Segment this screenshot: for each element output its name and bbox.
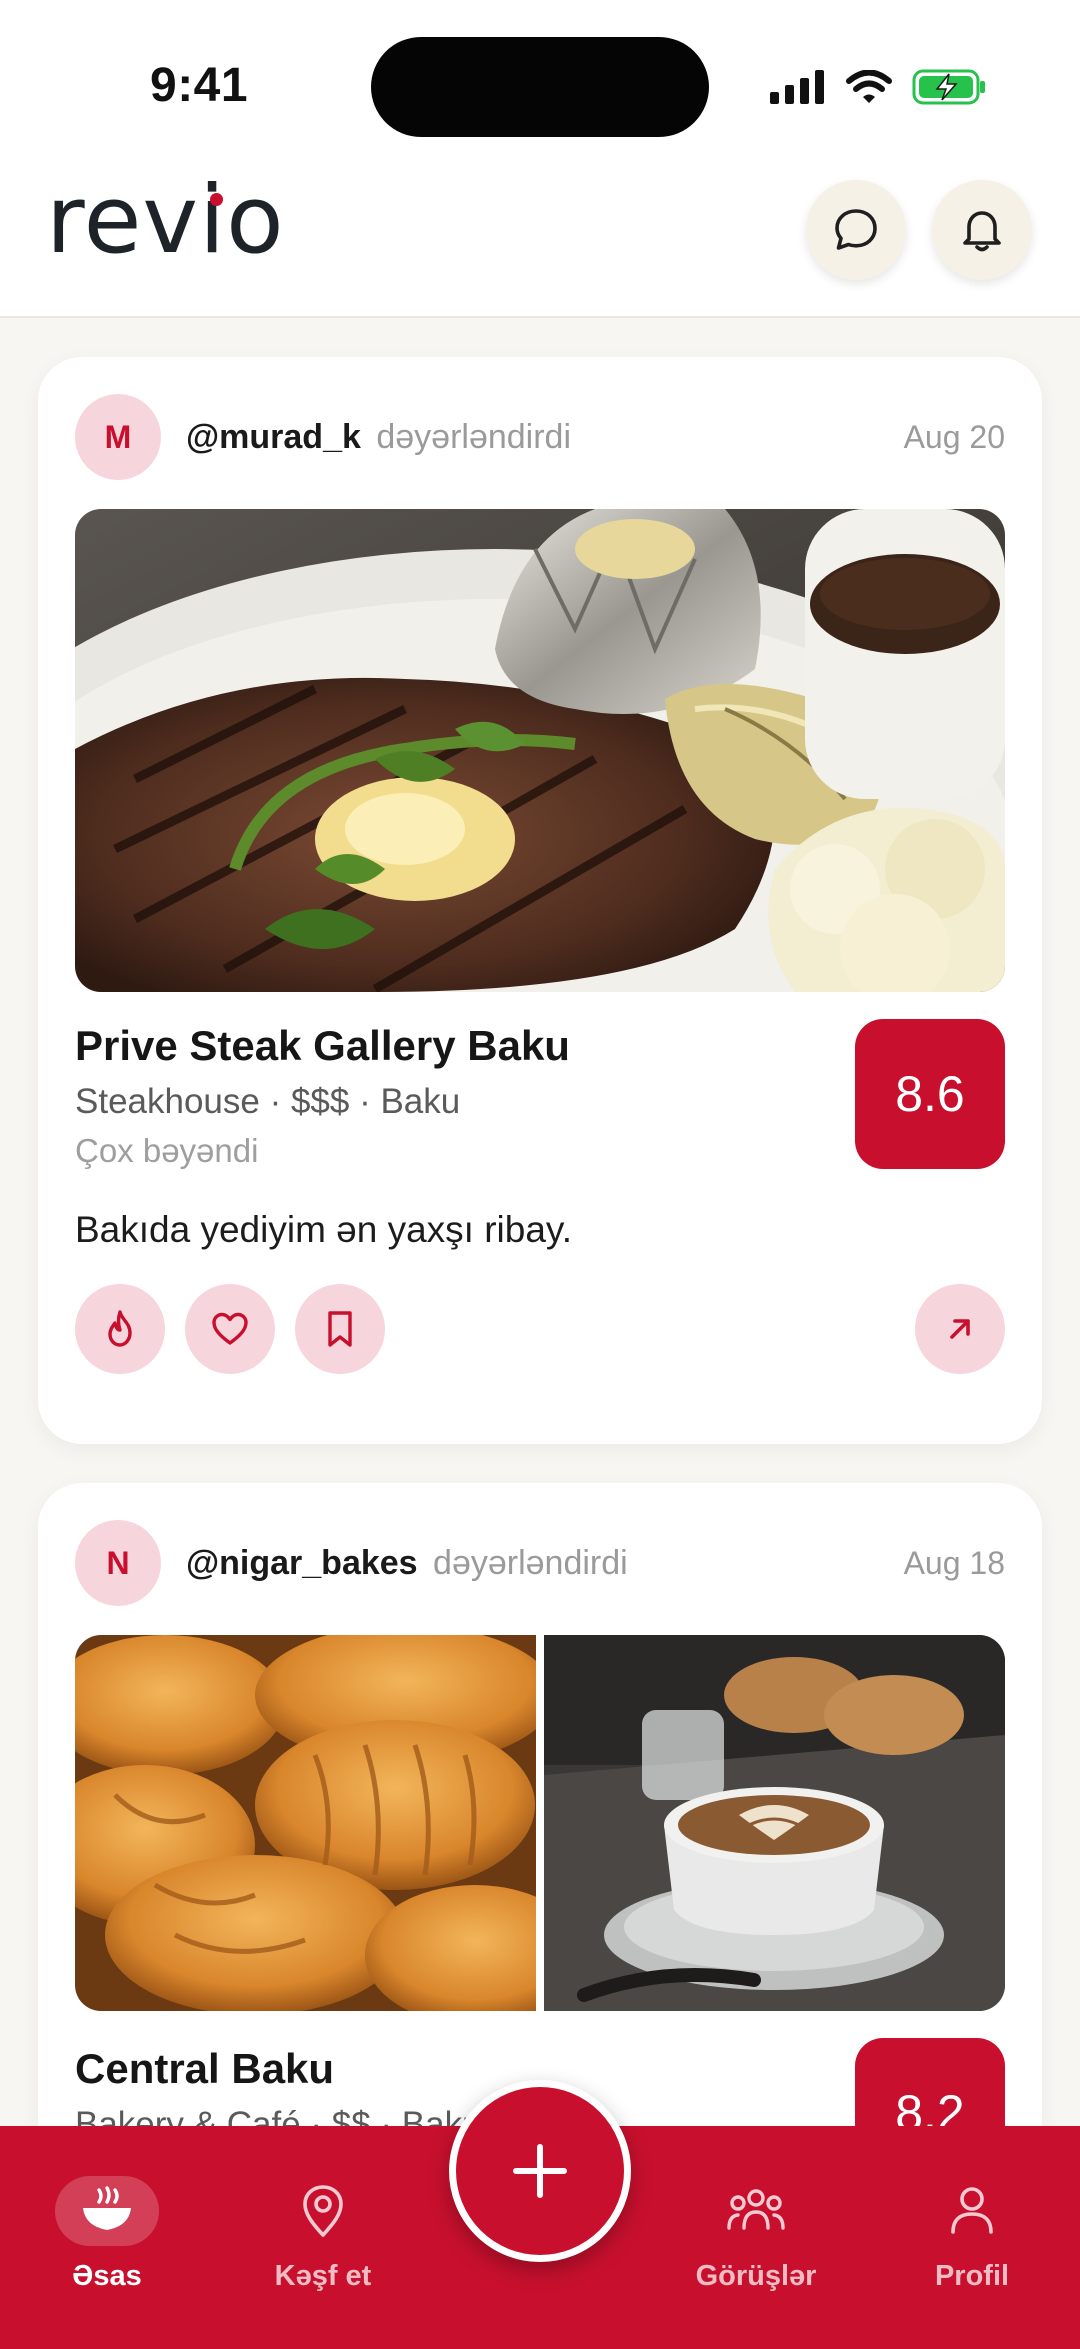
nav-label: Profil [934,2260,1010,2292]
review-date: Aug 18 [903,1544,1005,1581]
place-name[interactable]: Prive Steak Gallery Baku [75,1022,570,1070]
messages-button[interactable] [806,180,906,280]
review-card[interactable]: M @murad_k dəyərləndirdi Aug 20 Prive St… [38,357,1042,1444]
nav-item-home[interactable]: Əsas [22,2176,192,2293]
app-header: revio [0,160,1080,318]
wifi-icon [846,70,892,103]
flame-icon [108,1310,132,1347]
nav-icon-container [704,2176,808,2246]
notifications-button[interactable] [932,180,1032,280]
nav-icon-container [920,2176,1024,2246]
revio-logo[interactable]: revio [46,166,285,275]
status-icons [770,62,986,112]
nav-item-meetups[interactable]: Görüşlər [671,2176,841,2293]
status-bar: 9:41 [0,0,1080,160]
people-icon [727,2189,785,2230]
chat-bubble-icon [835,209,877,250]
heart-icon [212,1312,248,1345]
bell-icon [963,211,1001,252]
plus-icon [513,2144,567,2198]
nav-active-pill [55,2176,159,2246]
bowl-icon [83,2186,131,2230]
nav-label: Görüşlər [695,2260,817,2292]
username[interactable]: @nigar_bakes [186,1544,418,1582]
review-card-header: N @nigar_bakes dəyərləndirdi Aug 18 [75,1520,1005,1606]
nav-icon-container [271,2176,375,2246]
place-name[interactable]: Central Baku [75,2045,334,2093]
like-button[interactable] [185,1284,275,1374]
review-card-header: M @murad_k dəyərləndirdi Aug 20 [75,394,1005,480]
latte-photo-illustration [544,1635,1005,2011]
action-text: dəyərləndirdi [376,417,572,456]
avatar[interactable]: N [75,1520,161,1606]
food-photo-croissants[interactable] [75,1635,536,2011]
score-badge: 8.6 [855,1019,1005,1169]
share-button[interactable] [915,1284,1005,1374]
review-text: Bakıda yediyim ən yaxşı ribay. [75,1209,572,1250]
arrow-up-right-icon [950,1319,970,1339]
profile-icon [951,2187,993,2234]
steak-photo-illustration [75,509,1005,992]
bookmark-icon [328,1311,352,1347]
bookmark-button[interactable] [295,1284,385,1374]
food-photo-latte[interactable] [544,1635,1005,2011]
status-time: 9:41 [150,59,249,112]
food-photo-steak[interactable] [75,509,1005,992]
verdict-text: Çox bəyəndi [75,1132,259,1169]
add-review-button[interactable] [449,2080,631,2262]
user-line: @murad_k dəyərləndirdi [186,418,571,457]
username[interactable]: @murad_k [186,418,361,456]
cellular-signal-icon [770,70,824,104]
avatar[interactable]: M [75,394,161,480]
battery-charging-icon [912,69,985,105]
dynamic-island [371,37,709,137]
nav-item-profile[interactable]: Profil [887,2176,1057,2293]
user-line: @nigar_bakes dəyərləndirdi [186,1544,628,1583]
croissants-photo-illustration [75,1635,536,2011]
nav-item-explore[interactable]: Kəşf et [238,2176,408,2293]
app-screen: 9:41 revio M @murad_k dəyərləndirdi Aug … [0,0,1080,2349]
place-meta: Steakhouse · $$$ · Baku [75,1082,461,1121]
food-photo-gallery[interactable] [75,1635,1005,2011]
nav-label: Kəşf et [274,2260,372,2292]
location-pin-icon [303,2185,343,2237]
fire-button[interactable] [75,1284,165,1374]
logo-accent-dot [210,193,223,206]
review-date: Aug 20 [903,418,1005,455]
nav-label: Əsas [72,2260,142,2292]
action-text: dəyərləndirdi [433,1543,628,1582]
